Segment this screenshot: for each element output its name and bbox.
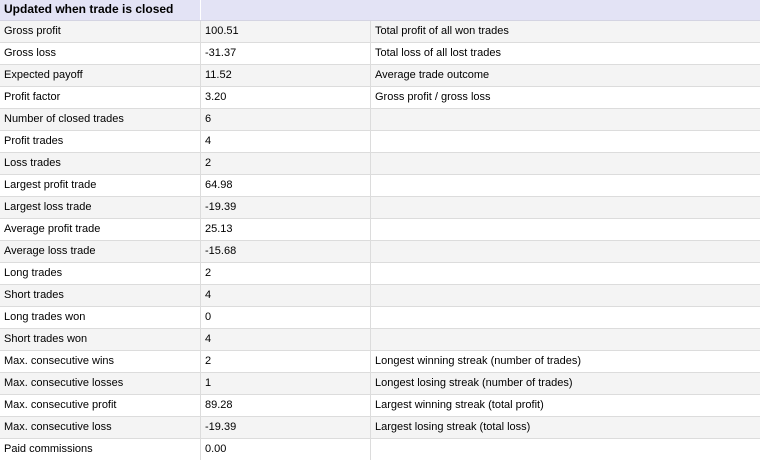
stat-label: Short trades won	[0, 329, 201, 350]
table-row[interactable]: Long trades 2	[0, 263, 760, 285]
stat-label: Long trades	[0, 263, 201, 284]
stat-label: Max. consecutive profit	[0, 395, 201, 416]
stat-value: 4	[201, 131, 371, 152]
stat-description	[371, 307, 760, 328]
stat-description: Total loss of all lost trades	[375, 47, 501, 59]
table-row[interactable]: Largest loss trade -19.39	[0, 197, 760, 219]
table-row[interactable]: Max. consecutive wins 2 Longest winning …	[0, 351, 760, 373]
stat-label: Average loss trade	[0, 241, 201, 262]
table-row[interactable]: Max. consecutive losses 1 Longest losing…	[0, 373, 760, 395]
stat-value: 4	[201, 329, 371, 350]
table-row[interactable]: Profit factor 3.20 Gross profit / gross …	[0, 87, 760, 109]
stat-value: 64.98	[201, 175, 371, 196]
stat-label: Loss trades	[0, 153, 201, 174]
stat-label: Max. consecutive wins	[0, 351, 201, 372]
stat-value: 0	[201, 307, 371, 328]
stat-description	[371, 285, 760, 306]
table-row[interactable]: Max. consecutive loss -19.39 Largest los…	[0, 417, 760, 439]
stat-value: 11.52	[201, 65, 371, 86]
stat-value: 0.00	[201, 439, 371, 460]
stat-label: Largest loss trade	[0, 197, 201, 218]
table-row[interactable]: Expected payoff 11.52 Average trade outc…	[0, 65, 760, 87]
stat-value: 3.20	[201, 87, 371, 108]
stat-label: Long trades won	[0, 307, 201, 328]
stat-label: Max. consecutive losses	[0, 373, 201, 394]
stat-description: Longest losing streak (number of trades)	[375, 377, 573, 389]
table-row[interactable]: Number of closed trades 6	[0, 109, 760, 131]
stat-value: 6	[201, 109, 371, 130]
table-row[interactable]: Gross profit 100.51 Total profit of all …	[0, 21, 760, 43]
statistics-table: Gross profit 100.51 Total profit of all …	[0, 21, 760, 460]
table-row[interactable]: Paid commissions 0.00	[0, 439, 760, 460]
stat-description	[371, 439, 760, 460]
stat-value: -15.68	[201, 241, 371, 262]
table-row[interactable]: Short trades 4	[0, 285, 760, 307]
stat-value: 1	[201, 373, 371, 394]
table-row[interactable]: Max. consecutive profit 89.28 Largest wi…	[0, 395, 760, 417]
table-row[interactable]: Average loss trade -15.68	[0, 241, 760, 263]
stat-description	[371, 329, 760, 350]
table-row[interactable]: Gross loss -31.37 Total loss of all lost…	[0, 43, 760, 65]
stat-description	[371, 263, 760, 284]
stat-description	[371, 131, 760, 152]
trade-statistics-panel: Updated when trade is closed Gross profi…	[0, 0, 760, 460]
stat-description: Total profit of all won trades	[375, 25, 509, 37]
stat-label: Paid commissions	[0, 439, 201, 460]
stat-description: Largest winning streak (total profit)	[375, 399, 544, 411]
table-row[interactable]: Loss trades 2	[0, 153, 760, 175]
stat-label: Profit factor	[0, 87, 201, 108]
stat-label: Expected payoff	[0, 65, 201, 86]
stat-description	[371, 175, 760, 196]
stat-label: Max. consecutive loss	[0, 417, 201, 438]
stat-description: Largest losing streak (total loss)	[375, 421, 531, 433]
stat-value: 2	[201, 351, 371, 372]
table-row[interactable]: Profit trades 4	[0, 131, 760, 153]
table-row[interactable]: Long trades won 0	[0, 307, 760, 329]
stat-value: 2	[201, 263, 371, 284]
table-row[interactable]: Average profit trade 25.13	[0, 219, 760, 241]
stat-value: 4	[201, 285, 371, 306]
stat-value: -19.39	[201, 417, 371, 438]
stat-description	[371, 109, 760, 130]
stat-label: Average profit trade	[0, 219, 201, 240]
stat-label: Short trades	[0, 285, 201, 306]
stat-description	[371, 241, 760, 262]
stat-label: Number of closed trades	[0, 109, 201, 130]
header-spacer	[201, 0, 760, 20]
stat-value: -19.39	[201, 197, 371, 218]
stat-description	[371, 153, 760, 174]
stat-value: 2	[201, 153, 371, 174]
stat-description	[371, 197, 760, 218]
stat-description: Average trade outcome	[375, 69, 490, 81]
stat-label: Gross profit	[0, 21, 201, 42]
stat-description: Longest winning streak (number of trades…	[375, 355, 582, 367]
stat-description	[371, 219, 760, 240]
stat-label: Gross loss	[0, 43, 201, 64]
stat-value: -31.37	[201, 43, 371, 64]
stat-value: 89.28	[201, 395, 371, 416]
stat-label: Profit trades	[0, 131, 201, 152]
stat-value: 100.51	[201, 21, 371, 42]
table-row[interactable]: Short trades won 4	[0, 329, 760, 351]
stat-description: Gross profit / gross loss	[375, 91, 491, 103]
table-row[interactable]: Largest profit trade 64.98	[0, 175, 760, 197]
stat-label: Largest profit trade	[0, 175, 201, 196]
statistics-header: Updated when trade is closed	[0, 0, 760, 21]
section-title: Updated when trade is closed	[0, 0, 201, 20]
stat-value: 25.13	[201, 219, 371, 240]
